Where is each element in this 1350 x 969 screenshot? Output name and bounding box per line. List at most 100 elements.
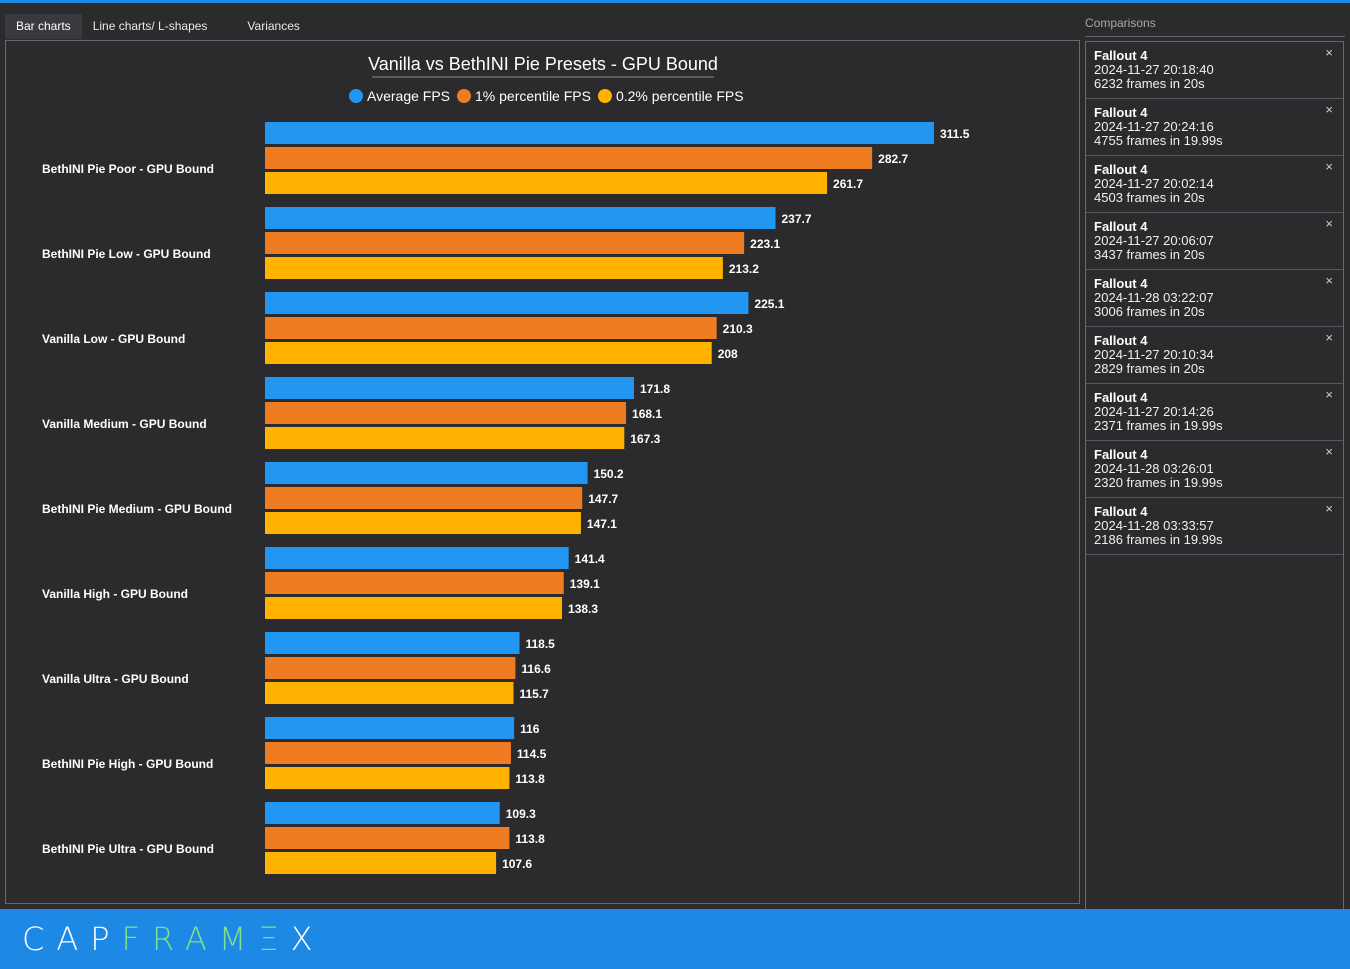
bar [265,342,712,364]
category-label: BethINI Pie Low - GPU Bound [42,247,211,261]
legend-swatch [349,89,363,103]
data-label: 113.8 [515,772,545,786]
bar [265,597,563,619]
comparisons-header: Comparisons [1085,16,1156,30]
data-label: 147.1 [587,517,617,531]
comparison-item[interactable]: Fallout 4 2024-11-28 03:22:07 3006 frames … [1086,270,1343,327]
close-icon[interactable]: × [1325,273,1333,288]
comparison-item[interactable]: Fallout 4 2024-11-28 03:26:01 2320 frames … [1086,441,1343,498]
category-label: Vanilla Medium - GPU Bound [42,417,207,431]
category-label: Vanilla Low - GPU Bound [42,332,185,346]
data-label: 107.6 [502,857,532,871]
data-label: 109.3 [506,807,536,821]
bar [265,232,745,254]
data-label: 208 [718,347,738,361]
comparison-game: Fallout 4 [1094,504,1148,519]
comparison-date: 2024-11-28 03:22:07 [1094,290,1214,305]
comparison-item[interactable]: Fallout 4 2024-11-27 20:10:34 2829 frames … [1086,327,1343,384]
category-label: Vanilla High - GPU Bound [42,587,188,601]
close-icon[interactable]: × [1325,501,1333,516]
comparison-game: Fallout 4 [1094,390,1148,405]
comparison-frames: 2829 frames in 20s [1094,361,1205,376]
comparison-frames: 3006 frames in 20s [1094,304,1205,319]
comparison-frames: 6232 frames in 20s [1094,76,1205,91]
comparison-item[interactable]: Fallout 4 2024-11-27 20:14:26 2371 frames … [1086,384,1343,441]
comparison-item[interactable]: Fallout 4 2024-11-27 20:02:14 4503 frames … [1086,156,1343,213]
bar [265,377,634,399]
comparison-item[interactable]: Fallout 4 2024-11-27 20:18:40 6232 frames … [1086,42,1343,99]
category-label: BethINI Pie High - GPU Bound [42,757,213,771]
close-icon[interactable]: × [1325,216,1333,231]
bar [265,402,627,424]
comparison-game: Fallout 4 [1094,162,1148,177]
legend-label: 1% percentile FPS [475,88,591,104]
comparison-game: Fallout 4 [1094,276,1148,291]
comparison-game: Fallout 4 [1094,333,1148,348]
category-label: BethINI Pie Ultra - GPU Bound [42,842,214,856]
bar [265,512,581,534]
comparison-item[interactable]: Fallout 4 2024-11-28 03:33:57 2186 frames … [1086,498,1343,555]
close-icon[interactable]: × [1325,102,1333,117]
comparison-game: Fallout 4 [1094,105,1148,120]
comparison-date: 2024-11-27 20:24:16 [1094,119,1214,134]
bar-chart: Vanilla vs BethINI Pie Presets - GPU Bou… [42,54,970,874]
chart-legend: Average FPS 1% percentile FPS 0.2% percent… [349,88,744,104]
close-icon[interactable]: × [1325,387,1333,402]
chart-panel: Vanilla vs BethINI Pie Presets - GPU Bou… [5,40,1080,904]
bar [265,682,514,704]
data-label: 282.7 [878,152,908,166]
data-label: 113.8 [515,832,545,846]
comparison-game: Fallout 4 [1094,447,1148,462]
bar [265,852,497,874]
data-label: 210.3 [723,322,753,336]
capframex-logo: CAP FRAM Ξ X [22,919,325,959]
bar [265,572,564,594]
bar [265,317,717,339]
comparison-date: 2024-11-27 20:06:07 [1094,233,1214,248]
data-label: 167.3 [630,432,660,446]
data-label: 311.5 [940,127,970,141]
tab-variances[interactable]: Variances [236,14,310,39]
close-icon[interactable]: × [1325,330,1333,345]
bar [265,547,569,569]
bar [265,172,828,194]
comparison-frames: 4755 frames in 19.99s [1094,133,1223,148]
logo-part-cap: CAP [22,920,122,958]
data-label: 225.1 [754,297,784,311]
data-label: 223.1 [750,237,780,251]
data-label: 171.8 [640,382,670,396]
data-label: 237.7 [782,212,812,226]
legend-swatch [457,89,472,103]
close-icon[interactable]: × [1325,45,1333,60]
comparison-date: 2024-11-28 03:33:57 [1094,518,1214,533]
comparison-date: 2024-11-28 03:26:01 [1094,461,1214,476]
bar [265,147,873,169]
data-label: 116 [520,722,540,736]
tab-bar-charts[interactable]: Bar charts [5,14,82,39]
bar [265,827,510,849]
comparisons-list: Fallout 4 2024-11-27 20:18:40 6232 frames … [1085,41,1344,909]
comparison-frames: 3437 frames in 20s [1094,247,1205,262]
comparison-game: Fallout 4 [1094,219,1148,234]
chart-title: Vanilla vs BethINI Pie Presets - GPU Bou… [368,54,718,74]
close-icon[interactable]: × [1325,444,1333,459]
logo-part-fram: FRAM [121,920,259,958]
close-icon[interactable]: × [1325,159,1333,174]
bar [265,742,511,764]
data-label: 139.1 [570,577,600,591]
logo-part-e: Ξ [258,920,291,958]
tab-line-charts[interactable]: Line charts/ L-shapes [82,14,219,39]
legend-label: Average FPS [367,88,450,104]
logo-part-x: X [290,920,325,958]
comparison-frames: 2371 frames in 19.99s [1094,418,1223,433]
bar [265,632,520,654]
category-label: BethINI Pie Medium - GPU Bound [42,502,232,516]
comparisons-divider [1085,36,1345,37]
comparison-date: 2024-11-27 20:10:34 [1094,347,1214,362]
bar [265,207,776,229]
comparison-game: Fallout 4 [1094,48,1148,63]
comparison-item[interactable]: Fallout 4 2024-11-27 20:06:07 3437 frames … [1086,213,1343,270]
comparison-date: 2024-11-27 20:18:40 [1094,62,1214,77]
comparison-item[interactable]: Fallout 4 2024-11-27 20:24:16 4755 frames … [1086,99,1343,156]
bar [265,717,515,739]
